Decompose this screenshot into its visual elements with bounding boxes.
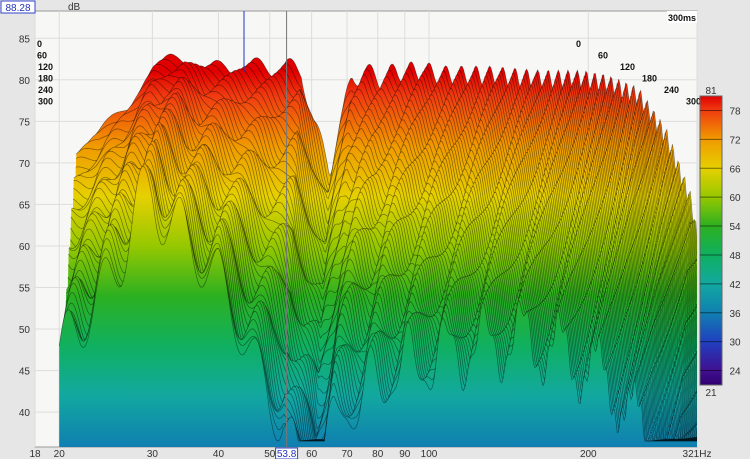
x-tick-label: 50 [264, 449, 276, 459]
x-tick-label: 80 [372, 449, 384, 459]
time-label-left: 0 [37, 39, 42, 49]
colorbar-label: 78 [729, 106, 741, 117]
time-label-right: 240 [664, 85, 679, 95]
x-tick-label: 321Hz [683, 449, 712, 459]
y-tick-label: 65 [19, 200, 31, 211]
y-tick-label: 70 [19, 159, 31, 170]
x-axis: 18 20 30 40 50 60 70 80 90 100 200 321Hz 53.8 [29, 447, 712, 459]
x-tick-label: 90 [399, 449, 411, 459]
colorbar-label: 24 [729, 367, 741, 378]
x-tick-label: 60 [306, 449, 318, 459]
colorbar-label: 81 [705, 86, 717, 97]
x-tick-label: 20 [54, 449, 66, 459]
colorbar-label: 42 [729, 280, 741, 291]
time-label-right: 60 [598, 51, 608, 61]
y-tick-label: 40 [19, 408, 31, 419]
time-label-left: 60 [37, 51, 47, 61]
time-label-right: 0 [576, 39, 581, 49]
time-label-left: 240 [38, 85, 53, 95]
y-tick-label: 45 [19, 367, 31, 378]
colorbar-label: 72 [729, 135, 741, 146]
colorbar-label: 30 [729, 338, 741, 349]
waterfall-chart: 85 80 75 70 65 60 55 50 45 40 18 20 30 40 50 60 70 80 90 1… [0, 0, 750, 459]
time-label-right: 120 [620, 62, 635, 72]
y-tick-label: 85 [19, 34, 31, 45]
x-tick-label: 70 [342, 449, 354, 459]
x-tick-label: 18 [29, 449, 41, 459]
colorbar-label: 48 [729, 251, 741, 262]
y-tick-label: 80 [19, 76, 31, 87]
colorbar-label: 54 [729, 222, 741, 233]
colorbar-label: 60 [729, 193, 741, 204]
x-tick-label: 40 [213, 449, 225, 459]
x-tick-label: 100 [421, 449, 438, 459]
y-tick-label: 55 [19, 283, 31, 294]
time-label-left: 180 [38, 74, 53, 84]
y-tick-label: 50 [19, 325, 31, 336]
colorbar-label: 36 [729, 309, 741, 320]
time-label-right: 300 [686, 97, 701, 107]
y-unit-label: dB [68, 2, 81, 13]
time-unit-label: 300ms [668, 13, 696, 23]
colorbar-label: 66 [729, 164, 741, 175]
x-cursor-readout: 53.8 [277, 449, 297, 459]
x-tick-label: 200 [580, 449, 597, 459]
time-label-left: 300 [38, 97, 53, 107]
waterfall-svg: 85807570656055504540 18 20 30 40 50 60 70 80 90 1… [0, 0, 741, 459]
time-label-left: 120 [38, 62, 53, 72]
y-top-readout: 88.28 [5, 3, 30, 14]
waterfall-slices [58, 53, 697, 447]
y-axis: 85 80 75 70 65 60 55 50 45 40 [19, 34, 31, 419]
x-tick-label: 30 [147, 449, 159, 459]
y-tick-label: 75 [19, 117, 31, 128]
time-label-right: 180 [642, 74, 657, 84]
colorbar-label: 21 [705, 388, 717, 399]
colorbar: 81 78 72 66 60 54 48 42 36 30 24 21 [699, 86, 741, 399]
y-tick-label: 60 [19, 242, 31, 253]
